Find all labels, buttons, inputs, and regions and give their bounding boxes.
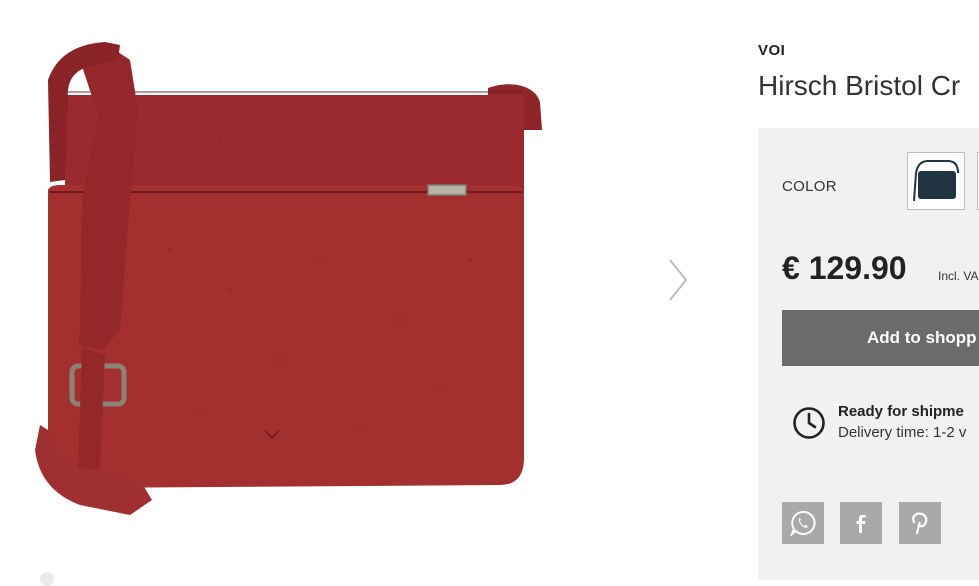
pinterest-icon (912, 512, 928, 535)
clock-icon (793, 407, 825, 439)
shipping-status: Ready for shipme (838, 403, 964, 420)
gallery-dot[interactable] (40, 572, 54, 586)
bag-thumbnail-icon (913, 160, 959, 202)
product-info: VOI Hirsch Bristol Cr COLOR € 129.90 Inc… (758, 0, 979, 580)
product-gallery (0, 0, 720, 586)
color-swatch-navy[interactable] (907, 152, 965, 210)
pinterest-share-button[interactable] (899, 502, 941, 544)
color-label: COLOR (782, 178, 837, 195)
brand-name[interactable]: VOI (758, 42, 785, 59)
whatsapp-icon (790, 510, 816, 536)
vat-note: Incl. VA (938, 269, 979, 283)
product-title: Hirsch Bristol Cr (758, 70, 961, 101)
facebook-share-button[interactable] (840, 502, 882, 544)
price: € 129.90 (782, 250, 907, 286)
chevron-right-icon[interactable] (662, 256, 692, 304)
whatsapp-share-button[interactable] (782, 502, 824, 544)
product-image (35, 42, 542, 515)
purchase-panel: COLOR € 129.90 Incl. VA Add to shopp Rea… (758, 128, 979, 580)
add-to-cart-button[interactable]: Add to shopp (782, 310, 979, 366)
facebook-icon (856, 514, 866, 533)
delivery-time: Delivery time: 1-2 v (838, 424, 967, 441)
